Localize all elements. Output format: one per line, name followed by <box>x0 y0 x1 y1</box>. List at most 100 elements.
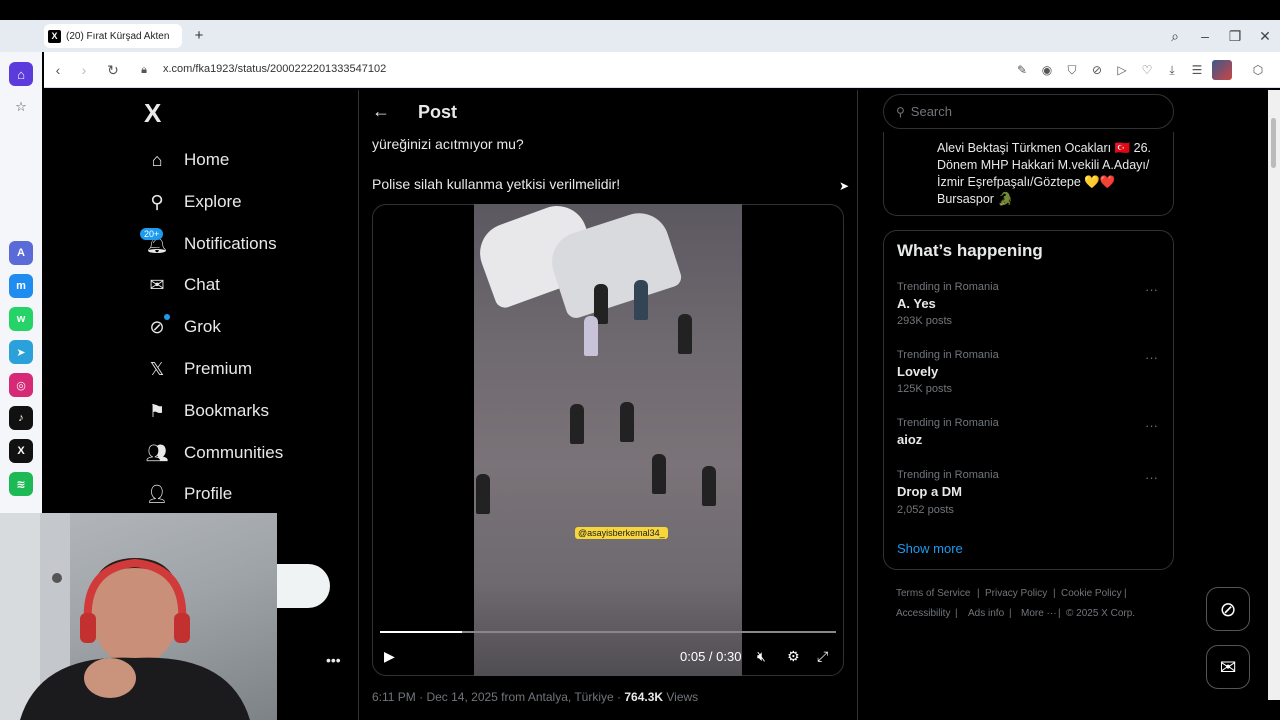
messenger-icon[interactable]: m <box>9 274 33 298</box>
mail-icon: ✉ <box>149 274 165 295</box>
star-icon[interactable]: ☆ <box>9 95 33 119</box>
reload-button[interactable]: ↻ <box>104 60 122 80</box>
trend-name[interactable]: A. Yes <box>897 296 936 311</box>
scrollbar-thumb[interactable] <box>1271 118 1276 168</box>
nav-item-explore[interactable]: ⚲ Explore <box>146 187 242 217</box>
browser-profile-avatar[interactable] <box>1212 60 1232 80</box>
browser-tab[interactable]: X (20) Fırat Kürşad Akten <box>44 24 182 48</box>
section-title: What’s happening <box>897 241 1043 260</box>
player-icon[interactable]: ▷ <box>1114 61 1130 79</box>
close-window-button[interactable]: ✕ <box>1256 26 1274 46</box>
more-options-icon[interactable]: ··· <box>1145 282 1158 297</box>
vpn-icon[interactable]: ⊘ <box>1089 61 1105 79</box>
footer-separator: | <box>1058 608 1061 619</box>
trend-name[interactable]: Lovely <box>897 364 938 379</box>
grok-fab-icon[interactable]: ⊘ <box>1206 587 1250 631</box>
footer-link-ads[interactable]: Ads info <box>968 608 1004 619</box>
fullscreen-icon[interactable]: ⤢ <box>817 648 828 665</box>
footer-link-cookie[interactable]: Cookie Policy <box>1061 588 1122 599</box>
edit-icon[interactable]: ✎ <box>1014 61 1030 79</box>
footer-link-terms[interactable]: Terms of Service <box>896 588 970 599</box>
spotify-icon[interactable]: ≋ <box>9 472 33 496</box>
bookmark-icon: ⚑ <box>148 400 166 421</box>
shield-icon[interactable]: ⛉ <box>1064 61 1080 79</box>
menu-icon[interactable]: ☰ <box>1189 61 1205 79</box>
settings-icon[interactable]: ⚙ <box>787 648 800 665</box>
heart-icon[interactable]: ♡ <box>1139 61 1155 79</box>
video-frame[interactable] <box>474 204 742 676</box>
nav-label-explore: Explore <box>184 192 242 211</box>
telegram-icon[interactable]: ➤ <box>9 340 33 364</box>
nav-label-premium: Premium <box>184 359 253 378</box>
video-watermark: @asayisberkemal34_ <box>575 527 668 539</box>
whatsapp-icon[interactable]: w <box>9 307 33 331</box>
mute-icon[interactable]: 🔇︎ <box>757 648 766 665</box>
more-options-icon[interactable]: ··· <box>1145 350 1158 365</box>
nav-item-profile[interactable]: 👤︎ Profile <box>145 479 233 509</box>
post-text-line2: Polise silah kullanma yetkisi verilmelid… <box>372 176 621 192</box>
extensions-icon[interactable]: ⬡ <box>1250 61 1266 79</box>
divider <box>358 90 359 720</box>
more-options-icon[interactable]: ··· <box>1145 470 1158 485</box>
nav-item-premium[interactable]: 𝕏 Premium <box>146 354 252 384</box>
instagram-icon[interactable]: ◎ <box>9 373 33 397</box>
person-figure <box>678 314 692 354</box>
nav-item-grok[interactable]: ⊘ Grok <box>146 312 220 342</box>
post-button[interactable] <box>270 564 330 608</box>
nav-label-profile: Profile <box>184 484 233 503</box>
trend-context: Trending in Romania <box>897 469 999 481</box>
nav-item-bookmarks[interactable]: ⚑ Bookmarks <box>146 396 269 426</box>
nav-item-home[interactable]: ⌂ Home <box>146 145 230 175</box>
webcam-person-image <box>0 513 250 720</box>
minimize-button[interactable]: – <box>1196 26 1214 46</box>
trend-name[interactable]: aioz <box>897 432 922 447</box>
account-more-icon[interactable]: ••• <box>326 652 341 668</box>
search-input[interactable]: ⚲ Search <box>883 94 1174 129</box>
trend-count: 293K posts <box>897 315 953 327</box>
footer-link-privacy[interactable]: Privacy Policy <box>985 588 1047 599</box>
person-figure <box>702 466 716 506</box>
trend-context: Trending in Romania <box>897 417 999 429</box>
x-app-icon[interactable]: X <box>9 439 33 463</box>
nav-item-communities[interactable]: 👥︎ Communities <box>146 438 284 468</box>
new-tab-button[interactable]: + <box>190 27 208 45</box>
footer-link-accessibility[interactable]: Accessibility <box>896 608 950 619</box>
profile-bio: Alevi Bektaşi Türkmen Ocakları 🇹🇷 26. Dö… <box>937 141 1152 206</box>
back-button[interactable]: ‹ <box>49 60 67 80</box>
scrollbar[interactable] <box>1268 90 1280 700</box>
person-figure <box>476 474 490 514</box>
post-meta: 6:11 PM · Dec 14, 2025 from Antalya, Tür… <box>372 690 698 704</box>
more-options-icon[interactable]: ··· <box>1145 418 1158 433</box>
search-icon: ⚲ <box>150 191 164 212</box>
home-icon[interactable]: ⌂ <box>9 62 33 86</box>
aria-icon[interactable]: A <box>9 241 33 265</box>
url-field[interactable]: x.com/fka1923/status/2000222201333547102 <box>163 63 386 75</box>
play-icon[interactable]: ▶ <box>384 648 395 665</box>
x-icon: 𝕏 <box>149 358 165 379</box>
divider <box>857 90 858 720</box>
show-more-link[interactable]: Show more <box>897 541 963 556</box>
person-figure <box>620 402 634 442</box>
search-placeholder: Search <box>910 104 952 119</box>
messages-fab-icon[interactable]: ✉ <box>1206 645 1250 689</box>
footer-separator: | <box>1053 588 1056 599</box>
search-tabs-icon[interactable]: ⌕ <box>1166 26 1184 46</box>
x-logo[interactable]: X <box>144 98 161 129</box>
nav-item-notifications[interactable]: 🔔︎ Notifications <box>146 229 277 259</box>
back-arrow-icon[interactable]: ← <box>372 101 390 122</box>
nav-label-notifications: Notifications <box>184 234 277 253</box>
trend-name[interactable]: Drop a DM <box>897 484 962 499</box>
home-icon: ⌂ <box>151 149 163 170</box>
video-progress-fill <box>380 631 463 633</box>
tiktok-icon[interactable]: ♪ <box>9 406 33 430</box>
forward-button[interactable]: › <box>75 60 93 80</box>
nav-label-communities: Communities <box>184 443 284 462</box>
camera-icon[interactable]: ◉ <box>1039 61 1055 79</box>
restore-button[interactable]: ❐ <box>1226 26 1244 46</box>
footer-link-more[interactable]: More ··· <box>1021 608 1057 619</box>
views-count: 764.3K <box>624 690 664 704</box>
download-icon[interactable]: ⤓ <box>1164 61 1180 79</box>
nav-item-chat[interactable]: ✉ Chat <box>146 270 219 300</box>
mouse-cursor-icon: ➤ <box>839 179 850 193</box>
person-icon: 👤︎ <box>145 483 169 504</box>
